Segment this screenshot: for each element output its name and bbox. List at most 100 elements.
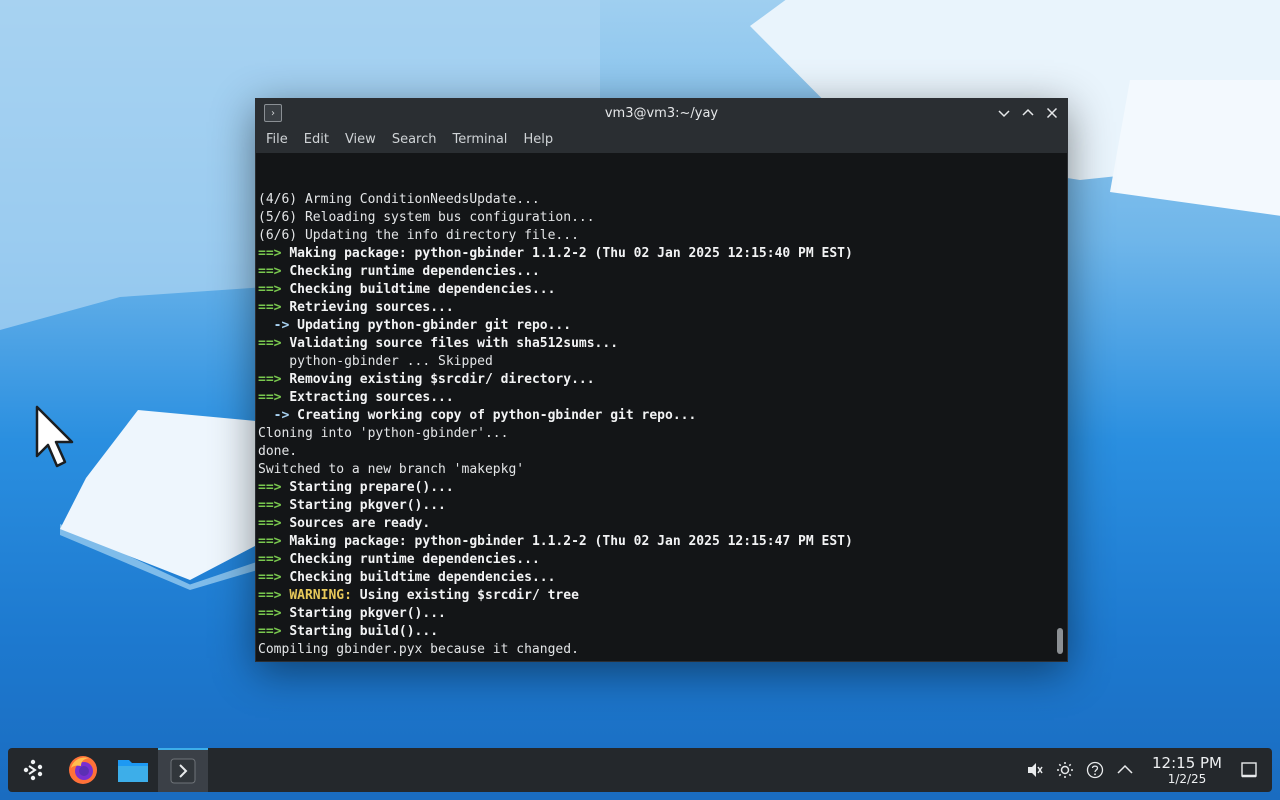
terminal-text: Checking buildtime dependencies... bbox=[289, 282, 556, 297]
terminal-line: ==> Starting pkgver()... bbox=[258, 605, 1067, 623]
terminal-text: WARNING: bbox=[289, 588, 352, 603]
terminal-text: Making package: python-gbinder 1.1.2-2 (… bbox=[289, 246, 853, 261]
wallpaper-shape bbox=[1110, 80, 1280, 220]
terminal-text: -> bbox=[258, 408, 298, 423]
terminal-line: ==> Retrieving sources... bbox=[258, 299, 1067, 317]
terminal-line: python-gbinder ... Skipped bbox=[258, 353, 1067, 371]
terminal-text: Extracting sources... bbox=[289, 390, 454, 405]
terminal-line: (4/6) Arming ConditionNeedsUpdate... bbox=[258, 191, 1067, 209]
maximize-button[interactable] bbox=[1019, 104, 1037, 122]
terminal-text: Cloning into 'python-gbinder'... bbox=[258, 426, 509, 441]
terminal-line: ==> Starting pkgver()... bbox=[258, 497, 1067, 515]
app-launcher-button[interactable] bbox=[8, 748, 58, 792]
terminal-line: ==> WARNING: Using existing $srcdir/ tre… bbox=[258, 587, 1067, 605]
terminal-text: [1/1] Cythonizing gbinder.pyx bbox=[258, 660, 485, 661]
terminal-text: Checking runtime dependencies... bbox=[289, 264, 540, 279]
terminal-text: ==> bbox=[258, 372, 290, 387]
terminal-line: ==> Checking buildtime dependencies... bbox=[258, 569, 1067, 587]
menu-search[interactable]: Search bbox=[384, 127, 445, 153]
terminal-line: Cloning into 'python-gbinder'... bbox=[258, 425, 1067, 443]
show-desktop-icon bbox=[1241, 762, 1257, 778]
terminal-text: ==> bbox=[258, 606, 290, 621]
window-titlebar[interactable]: › vm3@vm3:~/yay bbox=[256, 99, 1067, 127]
terminal-text: (6/6) Updating the info directory file..… bbox=[258, 228, 579, 243]
show-desktop-button[interactable] bbox=[1240, 761, 1258, 779]
terminal-text: Retrieving sources... bbox=[289, 300, 454, 315]
terminal-text: ==> bbox=[258, 570, 290, 585]
terminal-text: done. bbox=[258, 444, 298, 459]
terminal-icon bbox=[170, 758, 196, 784]
terminal-text: Making package: python-gbinder 1.1.2-2 (… bbox=[289, 534, 853, 549]
terminal-line: ==> Making package: python-gbinder 1.1.2… bbox=[258, 533, 1067, 551]
terminal-line: Switched to a new branch 'makepkg' bbox=[258, 461, 1067, 479]
terminal-text: Starting pkgver()... bbox=[289, 498, 446, 513]
clock-time: 12:15 PM bbox=[1152, 753, 1222, 772]
terminal-text: Switched to a new branch 'makepkg' bbox=[258, 462, 525, 477]
window-title: vm3@vm3:~/yay bbox=[604, 105, 719, 121]
firefox-icon bbox=[69, 756, 97, 784]
scrollbar[interactable] bbox=[1057, 628, 1063, 654]
terminal-line: ==> Checking runtime dependencies... bbox=[258, 263, 1067, 281]
terminal-line: ==> Starting build()... bbox=[258, 623, 1067, 641]
terminal-line: ==> Removing existing $srcdir/ directory… bbox=[258, 371, 1067, 389]
terminal-output[interactable]: (4/6) Arming ConditionNeedsUpdate... (5/6… bbox=[256, 153, 1067, 661]
menubar: File Edit View Search Terminal Help bbox=[256, 127, 1067, 153]
terminal-text: Starting build()... bbox=[289, 624, 439, 639]
terminal-text: ==> bbox=[258, 480, 290, 495]
terminal-text: ==> bbox=[258, 552, 290, 567]
terminal-text: Starting prepare()... bbox=[289, 480, 454, 495]
terminal-text: Removing existing $srcdir/ directory... bbox=[289, 372, 595, 387]
terminal-text: Starting pkgver()... bbox=[289, 606, 446, 621]
terminal-text: Creating working copy of python-gbinder … bbox=[297, 408, 697, 423]
app-launcher-icon bbox=[23, 759, 43, 781]
menu-view[interactable]: View bbox=[337, 127, 384, 153]
menu-file[interactable]: File bbox=[258, 127, 296, 153]
terminal-line: (5/6) Reloading system bus configuration… bbox=[258, 209, 1067, 227]
brightness-icon bbox=[1057, 762, 1074, 778]
terminal-app-icon[interactable]: › bbox=[264, 104, 282, 122]
terminal-line: ==> Making package: python-gbinder 1.1.2… bbox=[258, 245, 1067, 263]
menu-edit[interactable]: Edit bbox=[296, 127, 337, 153]
terminal-text: Validating source files with sha512sums.… bbox=[289, 336, 619, 351]
menu-terminal[interactable]: Terminal bbox=[444, 127, 515, 153]
terminal-text: ==> bbox=[258, 246, 290, 261]
question-circle-icon bbox=[1086, 761, 1104, 779]
terminal-line: ==> Validating source files with sha512s… bbox=[258, 335, 1067, 353]
terminal-window[interactable]: › vm3@vm3:~/yay File Edit View Search Te… bbox=[255, 98, 1068, 662]
terminal-line: ==> Starting prepare()... bbox=[258, 479, 1067, 497]
terminal-line: done. bbox=[258, 443, 1067, 461]
help-button[interactable] bbox=[1086, 761, 1104, 779]
close-button[interactable] bbox=[1043, 104, 1061, 122]
terminal-text: ==> bbox=[258, 264, 290, 279]
volume-muted-button[interactable] bbox=[1026, 761, 1044, 779]
terminal-text: ==> bbox=[258, 336, 290, 351]
terminal-text: Updating python-gbinder git repo... bbox=[297, 318, 572, 333]
terminal-text: Compiling gbinder.pyx because it changed… bbox=[258, 642, 579, 657]
tray-expand-button[interactable] bbox=[1116, 761, 1134, 779]
terminal-text: ==> bbox=[258, 624, 290, 639]
terminal-taskbar-button[interactable] bbox=[158, 748, 208, 792]
terminal-text: (4/6) Arming ConditionNeedsUpdate... bbox=[258, 192, 540, 207]
menu-help[interactable]: Help bbox=[515, 127, 561, 153]
terminal-text: ==> bbox=[258, 534, 290, 549]
minimize-button[interactable] bbox=[995, 104, 1013, 122]
mouse-pointer-icon bbox=[35, 405, 74, 468]
terminal-line: ==> Extracting sources... bbox=[258, 389, 1067, 407]
terminal-text: ==> bbox=[258, 516, 290, 531]
terminal-line: ==> Checking buildtime dependencies... bbox=[258, 281, 1067, 299]
firefox-button[interactable] bbox=[58, 748, 108, 792]
brightness-button[interactable] bbox=[1056, 761, 1074, 779]
terminal-line: [1/1] Cythonizing gbinder.pyx bbox=[258, 659, 1067, 661]
terminal-text: ==> bbox=[258, 588, 290, 603]
terminal-line: Compiling gbinder.pyx because it changed… bbox=[258, 641, 1067, 659]
terminal-text: ==> bbox=[258, 498, 290, 513]
terminal-line: ==> Sources are ready. bbox=[258, 515, 1067, 533]
terminal-line: (6/6) Updating the info directory file..… bbox=[258, 227, 1067, 245]
file-manager-button[interactable] bbox=[108, 748, 158, 792]
terminal-line: -> Creating working copy of python-gbind… bbox=[258, 407, 1067, 425]
clock[interactable]: 12:15 PM 1/2/25 bbox=[1152, 753, 1222, 786]
terminal-text: ==> bbox=[258, 300, 290, 315]
terminal-text: Checking buildtime dependencies... bbox=[289, 570, 556, 585]
terminal-text: Checking runtime dependencies... bbox=[289, 552, 540, 567]
terminal-text: ==> bbox=[258, 282, 290, 297]
